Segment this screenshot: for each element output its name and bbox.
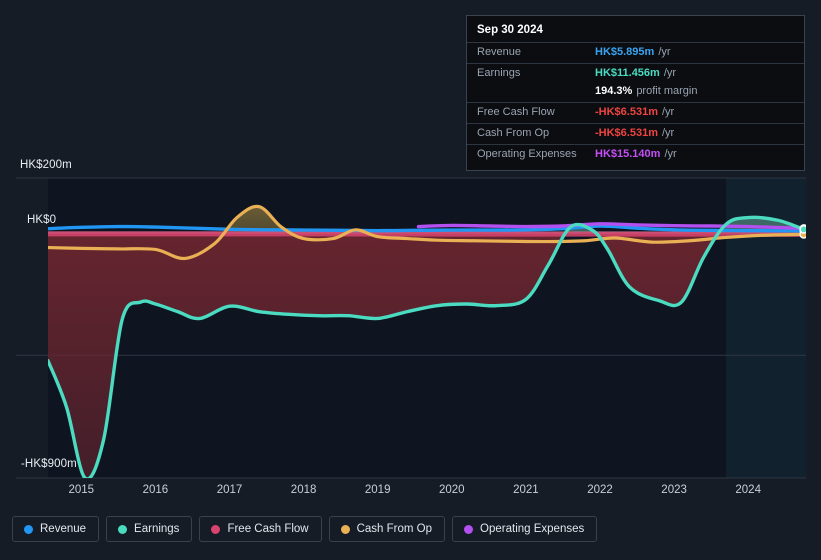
tooltip-row-value-wrap: HK$15.140m/yr xyxy=(595,148,677,160)
tooltip-row-value: HK$5.895m xyxy=(595,46,655,58)
tooltip-row-unit: /yr xyxy=(664,148,677,160)
tooltip-row-unit: /yr xyxy=(661,127,675,139)
legend-item-revenue[interactable]: Revenue xyxy=(12,516,100,542)
tooltip-row-value-wrap: -HK$6.531m/yr xyxy=(595,127,674,139)
x-tick-2015: 2015 xyxy=(68,484,95,496)
y-axis-label-bottom: -HK$900m xyxy=(21,458,77,470)
x-tick-2021: 2021 xyxy=(513,484,539,496)
y-axis-label-zero: HK$0 xyxy=(27,214,57,226)
data-tooltip: Sep 30 2024 Revenue HK$5.895m/yr Earnings H… xyxy=(466,15,805,171)
x-tick-2018: 2018 xyxy=(290,484,317,496)
legend-item-label: Revenue xyxy=(40,523,87,535)
x-tick-2017: 2017 xyxy=(216,484,243,496)
legend-item-earnings[interactable]: Earnings xyxy=(106,516,193,542)
legend-color-dot-icon xyxy=(211,524,221,534)
tooltip-row-label: Cash From Op xyxy=(477,127,550,139)
tooltip-row: Free Cash Flow -HK$6.531m/yr xyxy=(467,102,804,123)
tooltip-row: Revenue HK$5.895m/yr xyxy=(467,42,804,63)
legend-item-label: Cash From Op xyxy=(356,523,433,535)
tooltip-row: 194.3% profit margin xyxy=(467,84,804,102)
tooltip-date: Sep 30 2024 xyxy=(477,24,543,36)
tooltip-row-label: Revenue xyxy=(477,46,522,58)
legend-item-label: Operating Expenses xyxy=(480,523,585,535)
tooltip-row-label: Earnings xyxy=(477,67,521,79)
series-endpoint-earnings xyxy=(799,225,806,234)
tooltip-row-unit: /yr xyxy=(661,106,675,118)
tooltip-row-value-wrap: 194.3% profit margin xyxy=(595,85,697,97)
tooltip-row-value-wrap: HK$11.456m/yr xyxy=(595,67,676,79)
tooltip-row-label: Operating Expenses xyxy=(477,148,577,160)
x-tick-2019: 2019 xyxy=(364,484,391,496)
tooltip-row-value: -HK$6.531m xyxy=(595,106,658,118)
tooltip-row-value: -HK$6.531m xyxy=(595,127,658,139)
tooltip-row: Earnings HK$11.456m/yr xyxy=(467,63,804,84)
tooltip-rows: Revenue HK$5.895m/yr Earnings HK$11.456m/yr… xyxy=(467,42,804,165)
tooltip-row-unit: /yr xyxy=(663,67,677,79)
chart-legend: Revenue Earnings Free Cash Flow Cash From O… xyxy=(12,516,598,542)
x-tick-2024: 2024 xyxy=(735,484,761,496)
x-tick-2023: 2023 xyxy=(661,484,687,496)
legend-item-label: Free Cash Flow xyxy=(227,523,309,535)
legend-item-free-cash-flow[interactable]: Free Cash Flow xyxy=(199,516,322,542)
legend-item-cash-from-op[interactable]: Cash From Op xyxy=(328,516,446,542)
legend-color-dot-icon xyxy=(340,524,350,534)
tooltip-row-value: HK$15.140m xyxy=(595,148,661,160)
tooltip-row-label: Free Cash Flow xyxy=(477,106,555,118)
x-tick-2016: 2016 xyxy=(142,484,169,496)
x-tick-2020: 2020 xyxy=(439,484,465,496)
tooltip-row: Operating Expenses HK$15.140m/yr xyxy=(467,144,804,165)
x-tick-2022: 2022 xyxy=(587,484,613,496)
legend-item-label: Earnings xyxy=(134,523,180,535)
tooltip-row: Cash From Op -HK$6.531m/yr xyxy=(467,123,804,144)
tooltip-row-unit: profit margin xyxy=(636,85,698,97)
tooltip-row-value-wrap: -HK$6.531m/yr xyxy=(595,106,674,118)
tooltip-row-value: HK$11.456m xyxy=(595,67,660,79)
legend-color-dot-icon xyxy=(118,524,128,534)
tooltip-row-unit: /yr xyxy=(658,46,671,58)
tooltip-row-value-wrap: HK$5.895m/yr xyxy=(595,46,671,58)
legend-item-operating-expenses[interactable]: Operating Expenses xyxy=(452,516,598,542)
legend-color-dot-icon xyxy=(464,524,474,534)
tooltip-row-value: 194.3% xyxy=(595,85,633,97)
legend-color-dot-icon xyxy=(24,524,33,534)
y-axis-label-top: HK$200m xyxy=(20,159,72,171)
